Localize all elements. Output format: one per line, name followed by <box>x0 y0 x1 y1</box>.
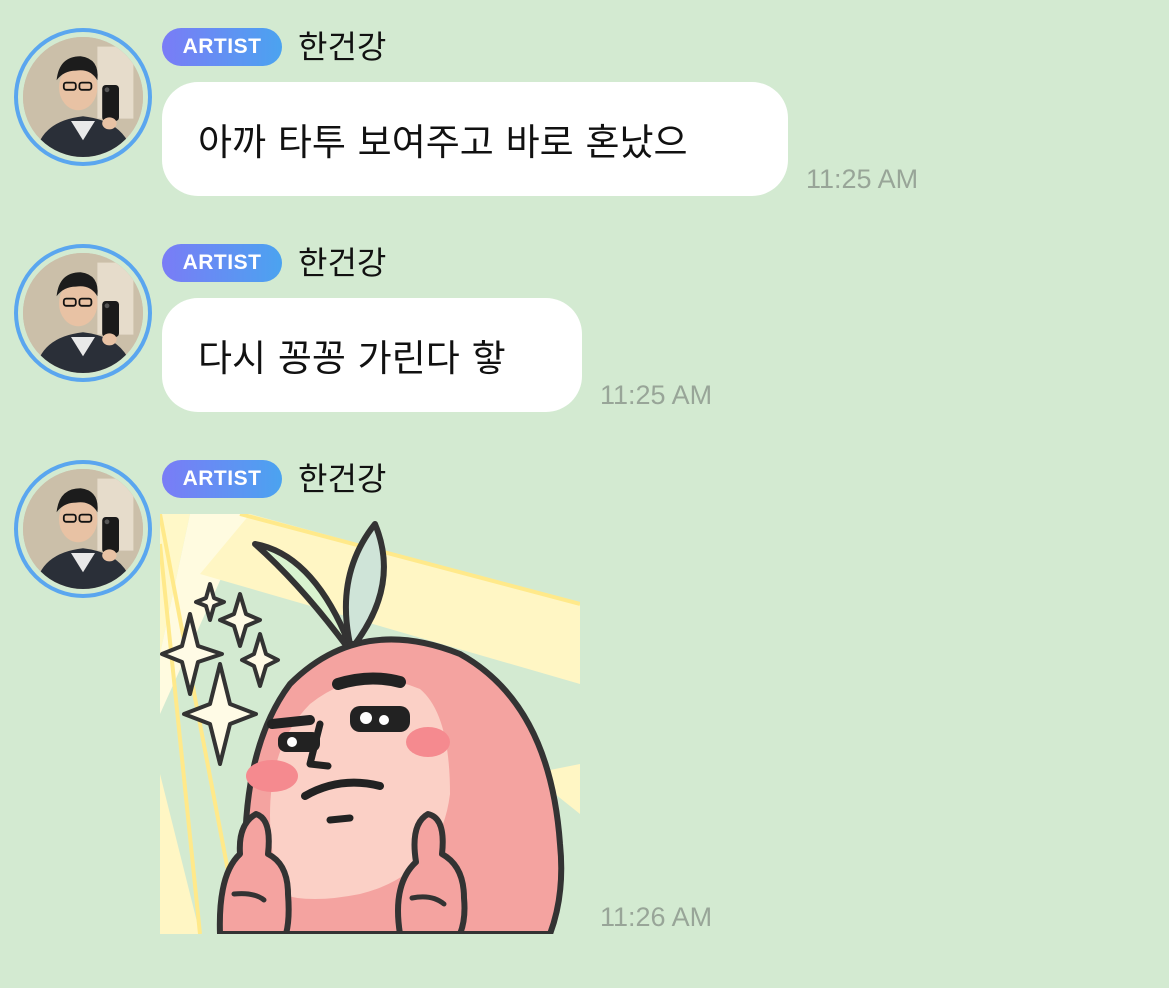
avatar[interactable] <box>14 460 152 598</box>
message-bubble[interactable]: 아까 타투 보여주고 바로 혼났으 <box>162 82 788 196</box>
timestamp: 11:25 AM <box>600 380 713 410</box>
sender-name[interactable]: 한건강 <box>298 244 386 282</box>
avatar-photo <box>23 469 143 589</box>
avatar[interactable] <box>14 244 152 382</box>
message-text: 다시 꽁꽁 가린다 핳 <box>198 337 506 380</box>
person-icon <box>23 253 143 373</box>
sender-name[interactable]: 한건강 <box>298 28 386 66</box>
artist-badge: ARTIST <box>162 460 282 498</box>
person-icon <box>23 469 143 589</box>
message-text: 아까 타투 보여주고 바로 혼났으 <box>198 121 688 164</box>
timestamp: 11:25 AM <box>806 164 919 194</box>
avatar-photo <box>23 253 143 373</box>
artist-badge: ARTIST <box>162 28 282 66</box>
artist-badge: ARTIST <box>162 244 282 282</box>
person-icon <box>23 37 143 157</box>
avatar-photo <box>23 37 143 157</box>
avatar[interactable] <box>14 28 152 166</box>
timestamp: 11:26 AM <box>600 902 713 932</box>
sender-name[interactable]: 한건강 <box>298 460 386 498</box>
peach-character-thumbs-up-sticker[interactable] <box>160 514 580 934</box>
message-bubble[interactable]: 다시 꽁꽁 가린다 핳 <box>162 298 582 412</box>
